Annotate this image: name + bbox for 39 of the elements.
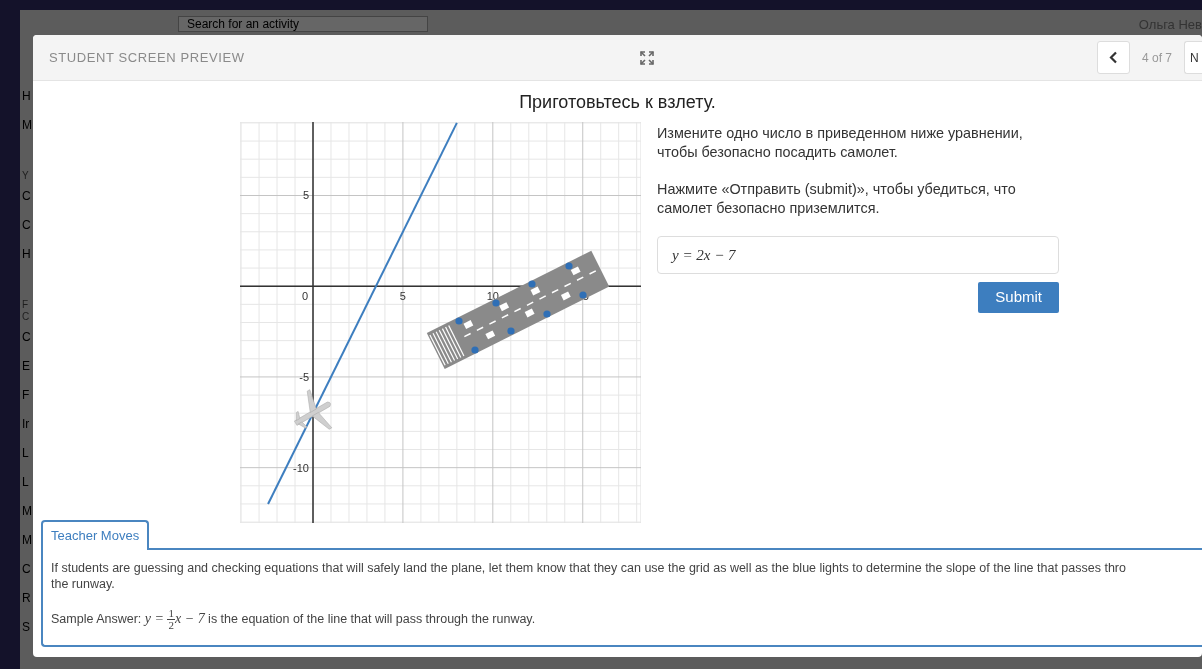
- axis-label: 5: [302, 189, 309, 202]
- sidebar-item[interactable]: H: [22, 88, 31, 105]
- page-indicator: 4 of 7: [1141, 49, 1172, 67]
- teacher-moves-tab[interactable]: Teacher Moves: [41, 520, 150, 550]
- section-heading: F: [22, 299, 29, 311]
- teacher-note: If students are guessing and checking equations that will safely land the plane, let them know that they can use the grid as well as the blue lights to determine the slope of the line that passes thro the runway.: [51, 559, 1127, 592]
- sidebar-item[interactable]: S: [22, 619, 30, 636]
- axis-label: -5: [299, 370, 309, 383]
- sidebar-item[interactable]: C: [22, 188, 31, 205]
- sidebar-item[interactable]: C: [22, 217, 31, 234]
- search-field[interactable]: Search for an activity: [178, 16, 428, 32]
- sidebar-item[interactable]: M: [22, 117, 32, 134]
- section-heading: Y: [22, 170, 29, 182]
- sidebar-item[interactable]: R: [22, 590, 31, 607]
- expand-icon[interactable]: [640, 51, 654, 65]
- screen-heading: Приготовьтесь к взлету.: [518, 91, 717, 114]
- airplane-icon: [294, 389, 333, 430]
- modal-title: STUDENT SCREEN PREVIEW: [49, 48, 245, 67]
- sidebar-item[interactable]: M: [22, 503, 32, 520]
- next-button[interactable]: N: [1184, 41, 1202, 74]
- sidebar-item[interactable]: F: [22, 387, 30, 404]
- axis-label: -10: [293, 461, 309, 474]
- sidebar-item[interactable]: M: [22, 532, 32, 549]
- sidebar-item[interactable]: E: [22, 358, 30, 375]
- sidebar-item[interactable]: C: [22, 561, 31, 578]
- equation-input[interactable]: y = 2x − 7: [657, 236, 1059, 274]
- sidebar-item[interactable]: H: [22, 246, 31, 263]
- section-heading: C: [22, 311, 30, 323]
- instruction-text: Нажмите «Отправить (submit)», чтобы убедиться, что самолет безопасно приземлится.: [657, 180, 1017, 218]
- chevron-left-icon: [1108, 51, 1118, 64]
- sidebar-item[interactable]: C: [22, 329, 31, 346]
- submit-button[interactable]: Submit: [978, 282, 1059, 313]
- axis-label: 0: [301, 290, 309, 303]
- sidebar-item[interactable]: L: [22, 474, 29, 491]
- axis-label: 5: [399, 290, 406, 303]
- previous-button[interactable]: [1096, 41, 1130, 74]
- sidebar-item[interactable]: Ir: [22, 416, 30, 433]
- instruction-text: Измените одно число в приведенном ниже уравнении, чтобы безопасно посадить самолет.: [657, 124, 1024, 162]
- sidebar-item[interactable]: L: [22, 445, 29, 462]
